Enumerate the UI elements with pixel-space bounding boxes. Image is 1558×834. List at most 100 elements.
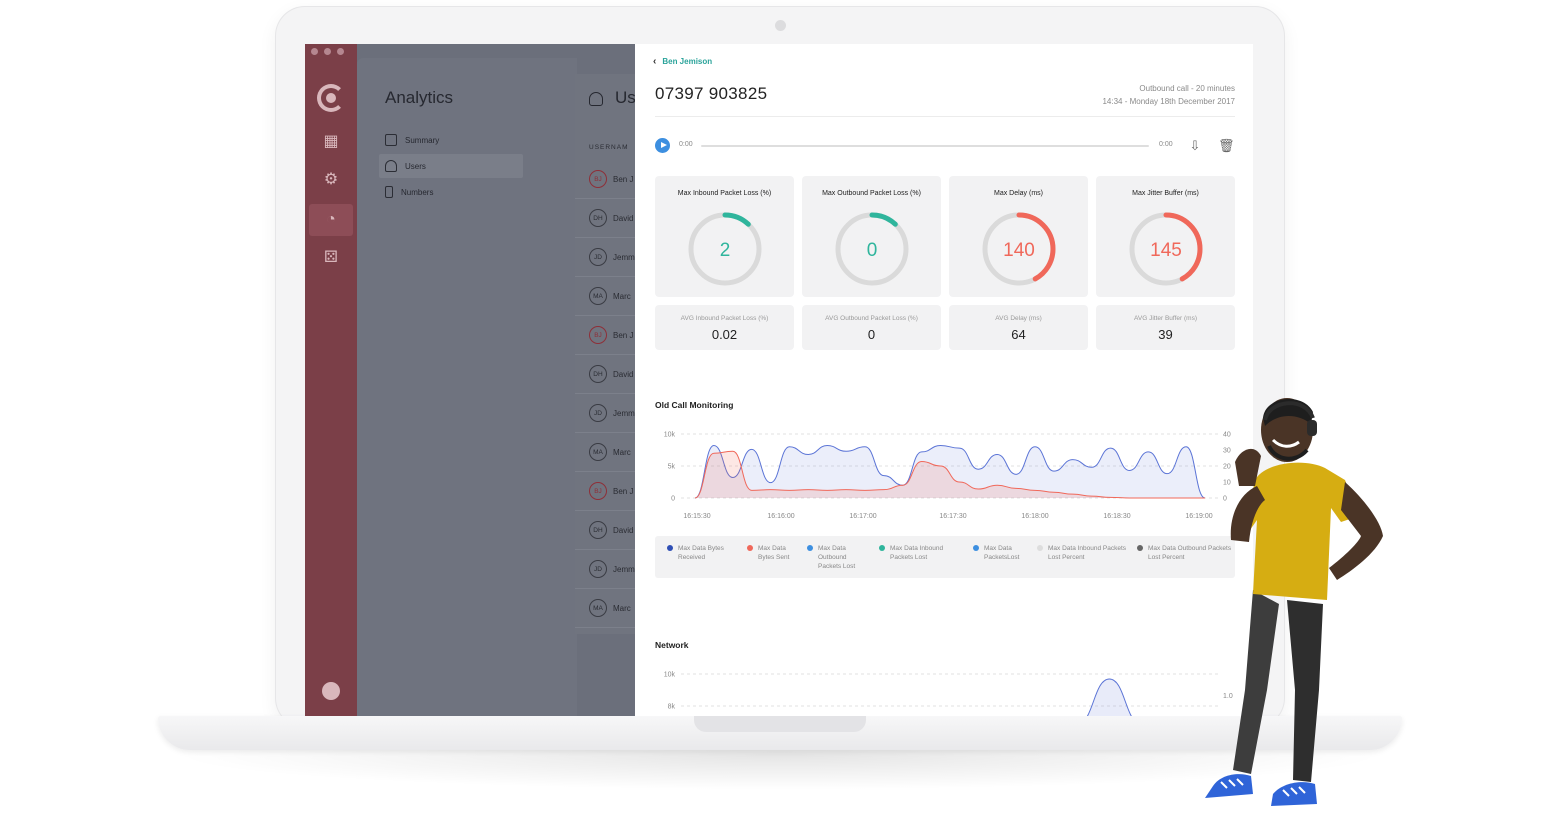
user-row[interactable]: JD Jemm: [589, 242, 639, 272]
legend-label: Max Data Bytes Received: [678, 545, 724, 561]
play-button[interactable]: [655, 138, 670, 153]
menu-item-label: Summary: [405, 135, 440, 145]
gauge-title: Max Inbound Packet Loss (%): [677, 190, 772, 197]
average-label: AVG Delay (ms): [995, 315, 1042, 322]
legend-label: Max Data PacketsLost: [984, 545, 1020, 561]
gear-icon[interactable]: ⚙: [321, 170, 341, 190]
sidebar-title: Analytics: [385, 88, 454, 107]
apps-grid-icon[interactable]: ▦: [321, 132, 341, 152]
user-name: Ben J: [613, 330, 634, 340]
legend-swatch: [973, 545, 979, 551]
gauge-card: Max Inbound Packet Loss (%) 2: [655, 176, 794, 297]
avatar: JD: [589, 248, 607, 266]
download-icon[interactable]: ⇩: [1187, 138, 1203, 154]
pie-chart-icon[interactable]: ◔: [321, 210, 341, 230]
row-divider: [575, 198, 635, 199]
progress-track[interactable]: [701, 145, 1149, 147]
user-icon: [385, 160, 397, 172]
call-detail-panel: ‹ Ben Jemison 07397 903825 Outbound call…: [635, 44, 1253, 716]
old-call-monitoring-chart: 10k5k040302010016:15:30 16:16:00 16:17:00 1…: [664, 432, 1231, 521]
gauge-card: Max Delay (ms) 140: [949, 176, 1088, 297]
user-name: Marc: [613, 447, 631, 457]
user-row[interactable]: BJ Ben J: [589, 320, 639, 350]
window-controls[interactable]: [311, 48, 344, 55]
user-row[interactable]: BJ Ben J: [589, 164, 639, 194]
legend-item[interactable]: Max Data Bytes Sent: [747, 544, 801, 562]
gauge-title: Max Jitter Buffer (ms): [1132, 190, 1199, 197]
legend-label: Max Data Inbound Packets Lost Percent: [1048, 545, 1127, 561]
laptop-notch: [694, 716, 866, 732]
back-link[interactable]: ‹ Ben Jemison: [653, 56, 712, 67]
row-divider: [575, 276, 635, 277]
gauge-ring: 145: [1129, 212, 1203, 286]
user-row[interactable]: DH David: [589, 359, 639, 389]
y-tick-label: 0: [671, 496, 675, 503]
user-row[interactable]: DH David: [589, 515, 639, 545]
divider: [655, 116, 1235, 117]
legend-swatch: [879, 545, 885, 551]
average-value: 0: [867, 327, 876, 342]
user-row[interactable]: JD Jemm: [589, 398, 639, 428]
users-title: Us: [615, 88, 636, 107]
average-label: AVG Jitter Buffer (ms): [1134, 315, 1197, 322]
dice-icon[interactable]: ⚄: [321, 248, 341, 268]
legend-item[interactable]: Max Data Outbound Packets Lost: [807, 544, 871, 571]
user-row[interactable]: DH David: [589, 203, 639, 233]
user-name: David: [613, 213, 634, 223]
legend-label: Max Data Bytes Sent: [758, 545, 790, 561]
icon-rail: ▦ ⚙ ◔ ⚄: [305, 44, 357, 716]
legend-item[interactable]: Max Data Inbound Packets Lost Percent: [1037, 544, 1129, 562]
avatar: MA: [589, 287, 607, 305]
legend-swatch: [1037, 545, 1043, 551]
row-divider: [575, 471, 635, 472]
gauge-title: Max Outbound Packet Loss (%): [822, 190, 921, 197]
profile-avatar-icon[interactable]: [322, 682, 340, 700]
y-tick-label: 5k: [668, 464, 676, 471]
gauge-ring: 2: [688, 212, 762, 286]
old-call-monitoring-title: Old Call Monitoring: [655, 400, 734, 410]
average-value: 0.02: [711, 327, 738, 342]
legend-item[interactable]: Max Data Inbound Packets Lost: [879, 544, 967, 562]
row-divider: [575, 432, 635, 433]
legend-item[interactable]: Max Data Bytes Received: [667, 544, 737, 562]
avatar: MA: [589, 443, 607, 461]
legend-item[interactable]: Max Data PacketsLost: [973, 544, 1029, 562]
average-label: AVG Inbound Packet Loss (%): [680, 315, 769, 322]
avatar: DH: [589, 521, 607, 539]
average-label: AVG Outbound Packet Loss (%): [825, 315, 918, 322]
back-link-label: Ben Jemison: [662, 57, 713, 66]
average-value: 64: [1011, 327, 1026, 342]
x-tick-label: 16:18:30: [1103, 513, 1130, 520]
menu-item-users[interactable]: Users: [379, 154, 523, 178]
user-name: Jemm: [613, 252, 635, 262]
user-name: Jemm: [613, 408, 635, 418]
avatar: JD: [589, 404, 607, 422]
user-row[interactable]: MA Marc: [589, 281, 639, 311]
user-row[interactable]: BJ Ben J: [589, 476, 639, 506]
users-icon: [589, 92, 603, 106]
row-divider: [575, 510, 635, 511]
avatar: JD: [589, 560, 607, 578]
call-time: 14:34 - Monday 18th December 2017: [1102, 97, 1235, 106]
trash-icon[interactable]: 🗑: [1218, 138, 1235, 154]
user-name: Marc: [613, 603, 631, 613]
avatar: DH: [589, 365, 607, 383]
row-divider: [575, 315, 635, 316]
gauge-card: Max Jitter Buffer (ms) 145: [1096, 176, 1235, 297]
user-name: Ben J: [613, 486, 634, 496]
user-row[interactable]: MA Marc: [589, 593, 639, 623]
average-stat-card: AVG Inbound Packet Loss (%) 0.02: [655, 305, 794, 350]
legend-swatch: [667, 545, 673, 551]
user-row[interactable]: MA Marc: [589, 437, 639, 467]
analytics-app-background: ▦ ⚙ ◔ ⚄ Analytics Summary Users Numbers …: [305, 44, 636, 716]
row-divider: [575, 237, 635, 238]
avatar: BJ: [589, 326, 607, 344]
phone-icon: [385, 186, 393, 198]
menu-item-numbers[interactable]: Numbers: [379, 180, 523, 204]
user-row[interactable]: JD Jemm: [589, 554, 639, 584]
menu-item-summary[interactable]: Summary: [379, 128, 523, 152]
activity-icon: [385, 134, 397, 146]
avatar: DH: [589, 209, 607, 227]
audio-player: 0:00 0:00 ⇩ 🗑: [655, 138, 1235, 154]
user-name: Marc: [613, 291, 631, 301]
